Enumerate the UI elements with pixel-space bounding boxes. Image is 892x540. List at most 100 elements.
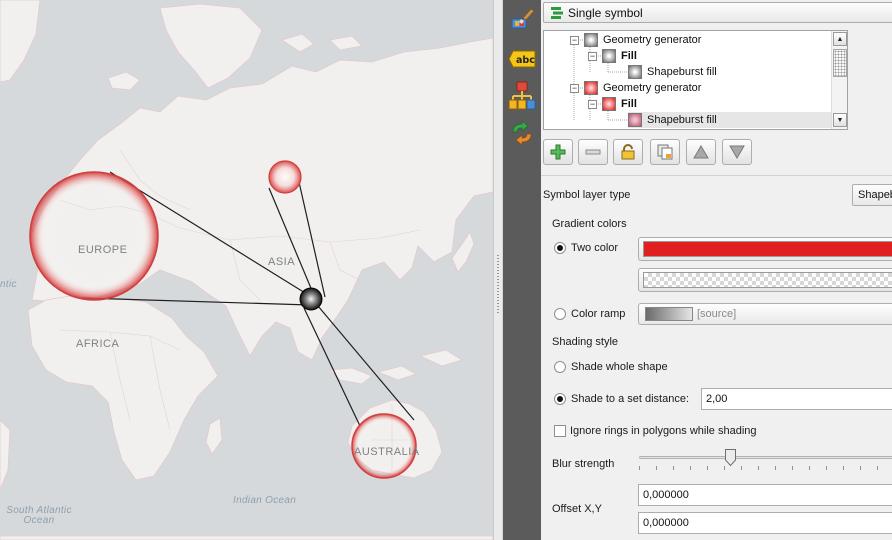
tree-item-label: Fill xyxy=(621,98,637,110)
offset-y-input[interactable]: 0,000000 xyxy=(638,512,892,534)
single-symbol-icon xyxy=(551,6,563,19)
minus-icon xyxy=(585,149,601,155)
offset-y-value: 0,000000 xyxy=(643,517,689,529)
diagram-icon xyxy=(508,81,536,110)
russia-buffer xyxy=(268,160,302,194)
symbol-layer-type-label: Symbol layer type xyxy=(543,189,631,201)
shade-whole-label: Shade whole shape xyxy=(571,361,668,373)
tree-item-label: Geometry generator xyxy=(603,34,702,46)
qgis-window: EUROPE ASIA AFRICA AUSTRALIA ntic Indian… xyxy=(0,0,892,540)
symbol-swatch xyxy=(584,81,598,95)
tree-item-label: Shapeburst fill xyxy=(647,114,717,126)
shade-distance-radio[interactable] xyxy=(554,393,566,405)
renderer-combo[interactable]: Single symbol xyxy=(543,2,892,23)
europe-label: EUROPE xyxy=(78,244,128,256)
collapse-toggle[interactable]: − xyxy=(588,51,597,61)
tree-item-geometry-generator-1[interactable]: − Geometry generator xyxy=(570,32,701,48)
tree-item-shapeburst-2[interactable]: Shapeburst fill xyxy=(628,112,832,128)
plus-icon xyxy=(550,144,566,160)
panel-splitter[interactable] xyxy=(493,0,503,540)
tree-item-fill-1[interactable]: − Fill xyxy=(588,48,637,64)
tab-style[interactable] xyxy=(508,6,536,32)
collapse-toggle[interactable]: − xyxy=(570,35,579,45)
ignore-rings-label: Ignore rings in polygons while shading xyxy=(570,425,757,437)
collapse-toggle[interactable]: − xyxy=(570,83,579,93)
symbology-panel: Single symbol − Geometry generator − Fil… xyxy=(541,0,892,540)
lock-icon xyxy=(621,144,635,160)
ramp-value: [source] xyxy=(697,308,737,320)
australia-label: AUSTRALIA xyxy=(354,446,420,458)
symbol-swatch xyxy=(602,49,616,63)
scroll-down-button[interactable]: ▼ xyxy=(833,113,847,127)
ignore-rings-checkbox[interactable] xyxy=(554,425,566,437)
blur-strength-label: Blur strength xyxy=(552,458,615,470)
gradient-colors-label: Gradient colors xyxy=(552,218,627,230)
blur-slider-ticks xyxy=(639,466,878,470)
distance-value: 2,00 xyxy=(706,393,728,405)
symbol-layer-type-combo[interactable]: Shapeb xyxy=(852,184,892,206)
atlantic-label: ntic xyxy=(0,279,17,290)
two-color-label: Two color xyxy=(571,242,619,254)
actions-arrows-icon xyxy=(512,120,532,146)
symbol-swatch xyxy=(584,33,598,47)
collapse-toggle[interactable]: − xyxy=(588,99,597,109)
tab-actions[interactable] xyxy=(508,120,536,146)
arrow-up-icon xyxy=(693,145,709,159)
symbol-swatch xyxy=(628,65,642,79)
scroll-up-button[interactable]: ▲ xyxy=(833,32,847,46)
world-map xyxy=(0,0,493,540)
renderer-label: Single symbol xyxy=(568,5,643,20)
tree-item-label: Fill xyxy=(621,50,637,62)
two-color-radio[interactable] xyxy=(554,242,566,254)
remove-layer-button[interactable] xyxy=(578,139,608,165)
tree-item-fill-2[interactable]: − Fill xyxy=(588,96,637,112)
south-atlantic-line2: Ocean xyxy=(23,515,55,526)
ramp-preview xyxy=(645,307,693,321)
blur-slider-track[interactable] xyxy=(639,456,892,459)
color1-swatch xyxy=(643,241,892,257)
move-up-button[interactable] xyxy=(686,139,716,165)
offset-x-input[interactable]: 0,000000 xyxy=(638,484,892,506)
color-ramp-combo[interactable]: [source] xyxy=(638,303,892,325)
splitter-grip[interactable] xyxy=(497,255,499,315)
color-ramp-radio[interactable] xyxy=(554,308,566,320)
indian-ocean-label: Indian Ocean xyxy=(233,495,297,506)
blur-slider-thumb[interactable] xyxy=(725,449,736,466)
map-canvas[interactable]: EUROPE ASIA AFRICA AUSTRALIA ntic Indian… xyxy=(0,0,493,540)
arrow-down-icon xyxy=(729,145,745,159)
color-ramp-label: Color ramp xyxy=(571,308,626,320)
add-layer-button[interactable] xyxy=(543,139,573,165)
paintbrush-style-icon xyxy=(511,8,535,29)
tab-labels[interactable]: abc xyxy=(508,46,536,72)
offset-x-value: 0,000000 xyxy=(643,489,689,501)
centroid-point xyxy=(299,287,323,311)
scroll-thumb[interactable] xyxy=(833,49,847,77)
duplicate-layer-button[interactable] xyxy=(650,139,680,165)
lock-layer-button[interactable] xyxy=(613,139,643,165)
europe-buffer xyxy=(29,171,159,301)
south-atlantic-label: South Atlantic Ocean xyxy=(0,506,78,526)
labels-abc-text: abc xyxy=(516,55,535,66)
color2-button[interactable] xyxy=(638,268,892,292)
shade-distance-label: Shade to a set distance: xyxy=(571,393,690,405)
properties-tab-strip: abc xyxy=(503,0,541,540)
tree-item-geometry-generator-2[interactable]: − Geometry generator xyxy=(570,80,701,96)
labels-abc-icon: abc xyxy=(508,50,536,68)
tree-item-shapeburst-1[interactable]: Shapeburst fill xyxy=(628,64,717,80)
symbol-layer-tree[interactable]: − Geometry generator − Fill Shapeburst f… xyxy=(543,30,848,130)
distance-input[interactable]: 2,00 xyxy=(701,388,892,410)
divider xyxy=(541,175,892,176)
duplicate-icon xyxy=(657,144,673,160)
symbol-layer-type-value: Shapeb xyxy=(858,189,892,201)
color1-button[interactable] xyxy=(638,237,892,261)
tree-item-label: Shapeburst fill xyxy=(647,66,717,78)
africa-label: AFRICA xyxy=(76,338,120,350)
tree-scrollbar[interactable]: ▲ ▼ xyxy=(831,31,847,129)
tab-diagrams[interactable] xyxy=(508,80,536,112)
shade-whole-radio[interactable] xyxy=(554,361,566,373)
symbol-swatch xyxy=(628,113,642,127)
tree-item-label: Geometry generator xyxy=(603,82,702,94)
shading-style-label: Shading style xyxy=(552,336,619,348)
asia-label: ASIA xyxy=(268,256,296,268)
move-down-button[interactable] xyxy=(722,139,752,165)
